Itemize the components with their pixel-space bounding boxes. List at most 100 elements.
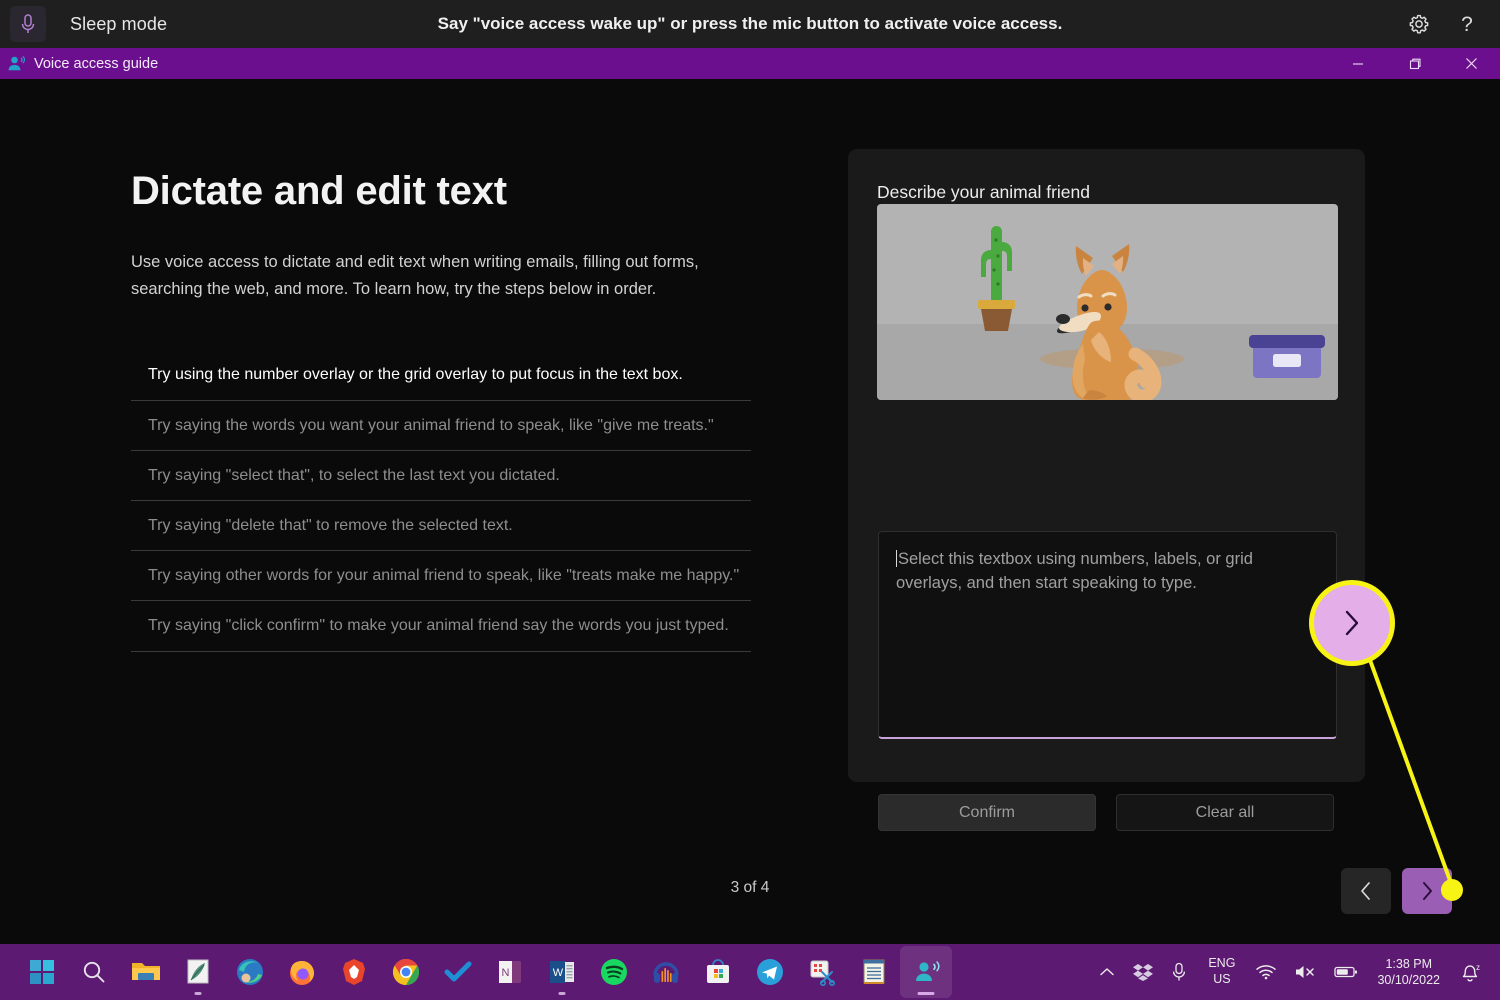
- running-indicator: [558, 992, 566, 995]
- list-item[interactable]: Try saying other words for your animal f…: [131, 551, 751, 602]
- wifi-button[interactable]: [1247, 948, 1285, 996]
- taskbar-apps: N W: [16, 946, 952, 998]
- language-secondary: US: [1213, 972, 1231, 986]
- list-item[interactable]: Try saying the words you want your anima…: [131, 401, 751, 451]
- chevron-right-icon: [1345, 610, 1359, 636]
- help-button[interactable]: ?: [1456, 12, 1478, 36]
- brave-browser-icon[interactable]: [328, 946, 380, 998]
- maximize-button[interactable]: [1386, 48, 1443, 79]
- close-button[interactable]: [1443, 48, 1500, 79]
- file-explorer-icon[interactable]: [120, 946, 172, 998]
- audacity-icon[interactable]: [640, 946, 692, 998]
- list-item[interactable]: Try saying "click confirm" to make your …: [131, 601, 751, 652]
- microsoft-store-icon[interactable]: [692, 946, 744, 998]
- wifi-icon: [1256, 965, 1277, 980]
- guide-navigation: [1341, 868, 1452, 914]
- running-indicator: [917, 992, 935, 995]
- telegram-icon[interactable]: [744, 946, 796, 998]
- spotify-icon[interactable]: [588, 946, 640, 998]
- voice-access-hint: Say "voice access wake up" or press the …: [437, 14, 1063, 33]
- clock[interactable]: 1:38 PM 30/10/2022: [1367, 948, 1450, 996]
- microphone-tray-icon[interactable]: [1162, 948, 1196, 996]
- dictation-placeholder: Select this textbox using numbers, label…: [896, 550, 1253, 592]
- voice-access-bar: Sleep mode Say "voice access wake up" or…: [0, 0, 1500, 48]
- minimize-button[interactable]: [1329, 48, 1386, 79]
- desktop-screen: Sleep mode Say "voice access wake up" or…: [0, 0, 1500, 1000]
- clock-time: 1:38 PM: [1385, 956, 1432, 971]
- scissors-snip-icon: [810, 960, 835, 986]
- voice-access-person-icon: [6, 54, 26, 74]
- volume-muted-icon: [1296, 966, 1315, 978]
- onenote-icon[interactable]: N: [484, 946, 536, 998]
- voice-access-icon[interactable]: [900, 946, 952, 998]
- brave-lion-icon: [343, 959, 365, 985]
- microphone-icon: [1173, 962, 1186, 981]
- running-indicator: [194, 992, 202, 995]
- close-icon: [1466, 58, 1477, 69]
- start-button[interactable]: [16, 946, 68, 998]
- search-icon[interactable]: [68, 946, 120, 998]
- word-icon[interactable]: W: [536, 946, 588, 998]
- dictation-textbox[interactable]: Select this textbox using numbers, label…: [878, 531, 1337, 739]
- windows-logo-icon: [30, 960, 54, 984]
- language-indicator[interactable]: ENG US: [1196, 948, 1247, 996]
- chevron-right-icon: [1423, 882, 1432, 900]
- confirm-button[interactable]: Confirm: [878, 794, 1096, 831]
- chrome-icon: [392, 958, 420, 986]
- checkmark-icon: [444, 961, 472, 982]
- taskbar: N W ENG US 1:38 PM 30/10/2022 z: [0, 944, 1500, 1000]
- notifications-button[interactable]: z: [1450, 948, 1490, 996]
- window-controls: [1329, 48, 1500, 79]
- language-primary: ENG: [1208, 956, 1236, 971]
- search-icon: [83, 961, 105, 983]
- callout-anchor-dot: [1441, 879, 1463, 901]
- notifications-silent-icon: z: [1462, 963, 1480, 982]
- list-item[interactable]: Try using the number overlay or the grid…: [131, 350, 751, 401]
- voice-access-person-icon: [916, 961, 940, 981]
- microsoft-edge-icon[interactable]: [224, 946, 276, 998]
- dropbox-icon: [1133, 964, 1154, 981]
- svg-text:z: z: [1476, 963, 1480, 972]
- panel-actions: Confirm Clear all: [878, 794, 1334, 831]
- guide-window-body: Dictate and edit text Use voice access t…: [0, 79, 1500, 944]
- google-chrome-icon[interactable]: [380, 946, 432, 998]
- voice-access-mic-button[interactable]: [10, 6, 46, 42]
- voice-access-bar-actions: ?: [1408, 12, 1500, 36]
- animal-friend-panel: Describe your animal friend Select this …: [848, 149, 1365, 831]
- shiba-dog: [1040, 244, 1184, 400]
- minimize-icon: [1352, 62, 1363, 65]
- chevron-left-icon: [1361, 882, 1370, 900]
- list-item[interactable]: Try saying "delete that" to remove the s…: [131, 501, 751, 552]
- notepad-icon[interactable]: [848, 946, 900, 998]
- firefox-icon: [290, 961, 314, 985]
- clear-all-button[interactable]: Clear all: [1116, 794, 1334, 831]
- purple-box: [1249, 335, 1325, 378]
- show-hidden-icons-button[interactable]: [1090, 948, 1124, 996]
- dog-scene-illustration: [877, 204, 1338, 400]
- settings-button[interactable]: [1408, 13, 1430, 35]
- notepad-lines-icon: [863, 959, 885, 984]
- chevron-up-icon: [1100, 968, 1115, 976]
- svg-text:?: ?: [1461, 13, 1473, 36]
- svg-text:N: N: [502, 967, 510, 979]
- dropbox-tray-icon[interactable]: [1124, 948, 1162, 996]
- firefox-icon[interactable]: [276, 946, 328, 998]
- callout-magnifier: [1309, 580, 1395, 666]
- window-titlebar[interactable]: Voice access guide: [0, 48, 1500, 79]
- notepad-classic-icon[interactable]: [172, 946, 224, 998]
- edge-icon: [237, 959, 263, 985]
- battery-button[interactable]: [1325, 948, 1367, 996]
- page-description: Use voice access to dictate and edit tex…: [131, 253, 699, 298]
- window-title: Voice access guide: [34, 55, 159, 72]
- list-item[interactable]: Try saying "select that", to select the …: [131, 451, 751, 501]
- page-indicator: 3 of 4: [730, 879, 770, 896]
- snipping-tool-icon[interactable]: [796, 946, 848, 998]
- volume-button[interactable]: [1285, 948, 1325, 996]
- svg-text:W: W: [553, 967, 564, 979]
- todo-checkmark-icon[interactable]: [432, 946, 484, 998]
- word-icon: W: [550, 961, 574, 983]
- previous-page-button[interactable]: [1341, 868, 1391, 914]
- spotify-icon: [601, 959, 627, 985]
- audacity-headphones-icon: [653, 962, 679, 983]
- question-mark-icon: ?: [1461, 13, 1473, 36]
